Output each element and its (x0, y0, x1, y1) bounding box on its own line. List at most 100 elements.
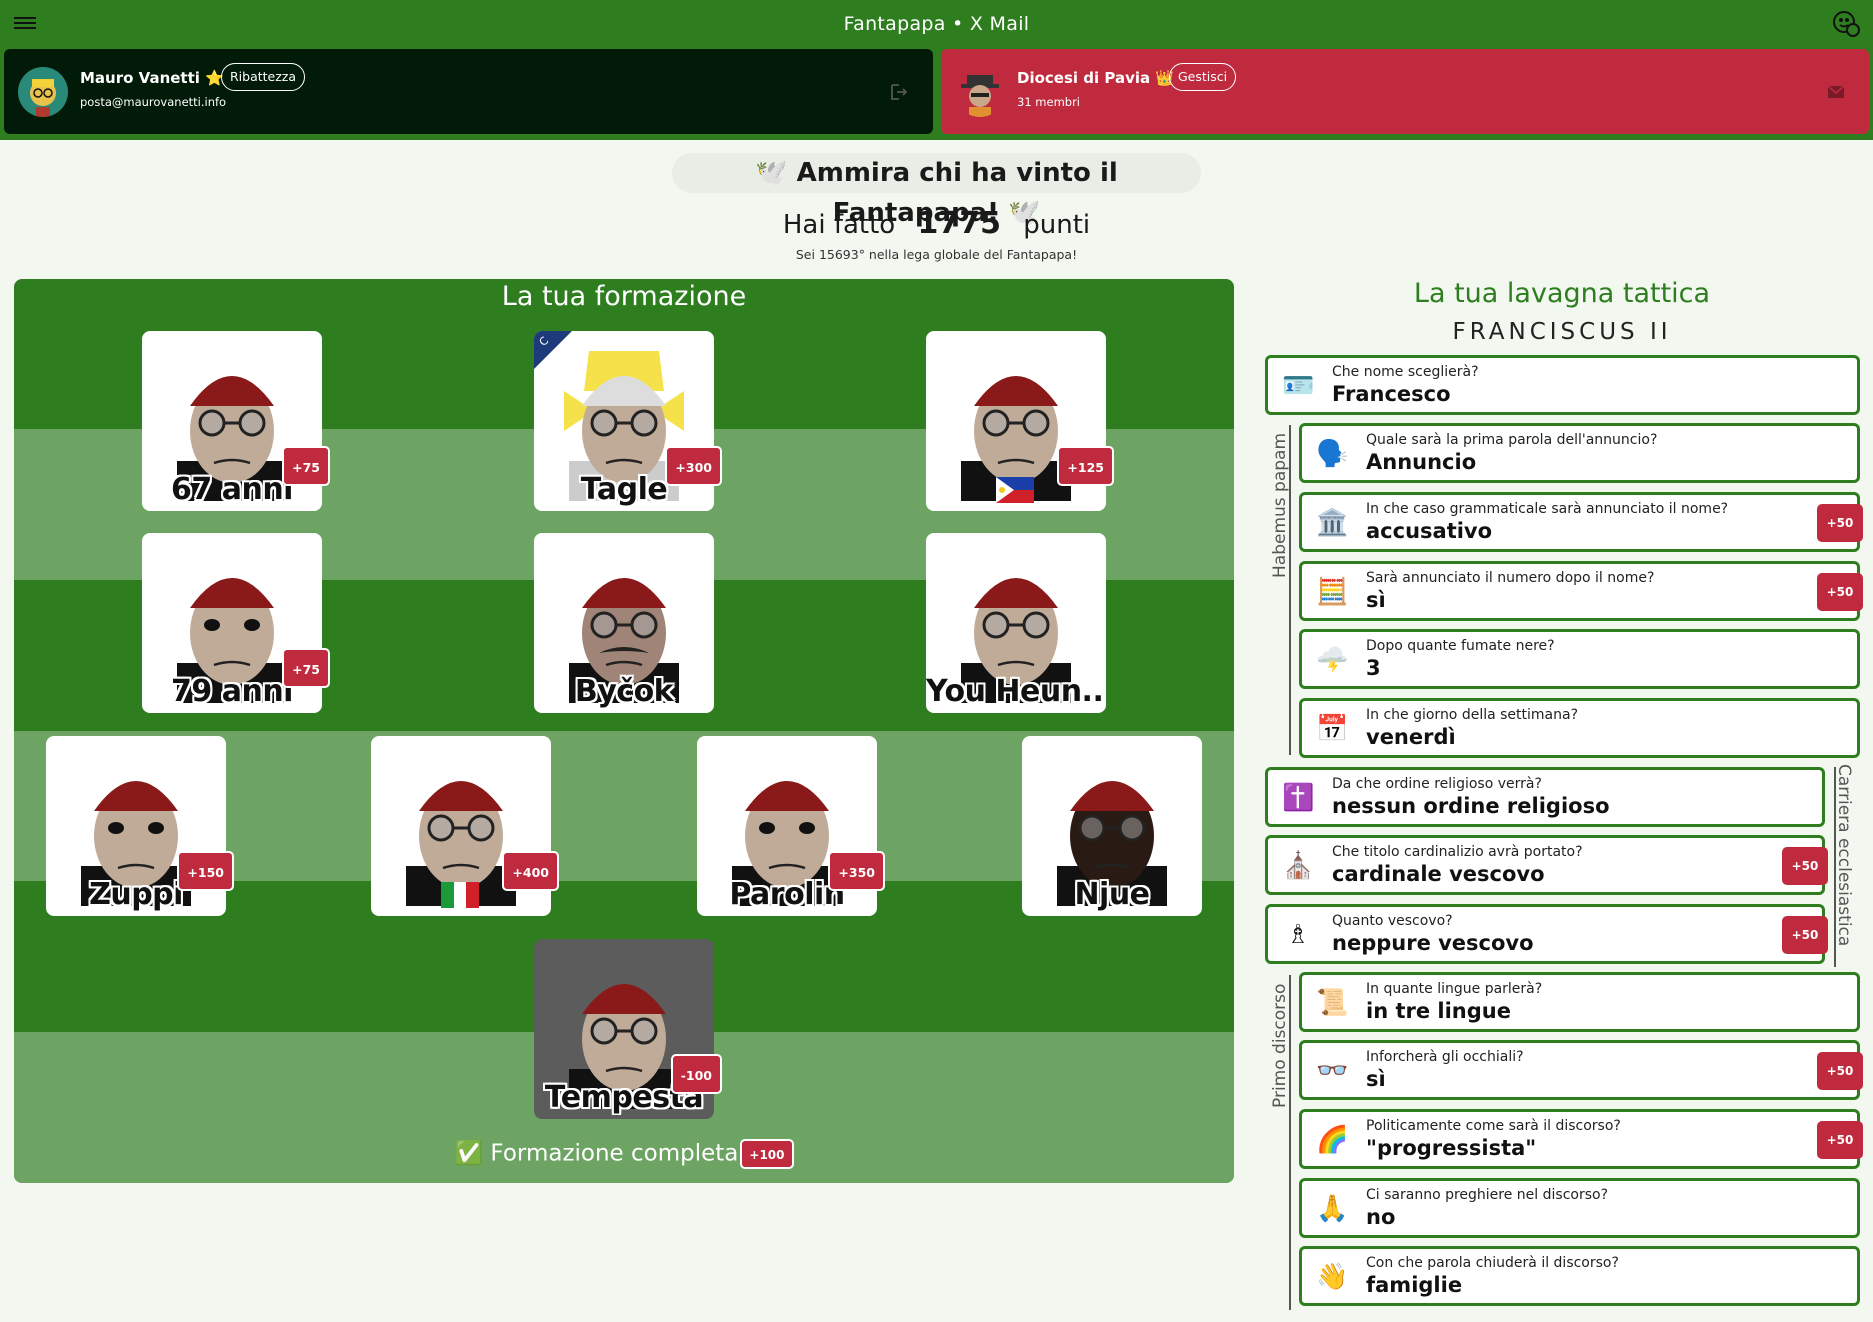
app-title: Fantapapa • X Mail (843, 13, 1030, 35)
player-card[interactable]: C Tagle +300 (534, 331, 722, 511)
player-name: Byčok (574, 674, 674, 709)
player-points: +400 (502, 851, 559, 891)
question-text: In che giorno della settimana? (1366, 707, 1579, 723)
logout-icon[interactable] (889, 82, 909, 102)
question-politica-discorso[interactable]: 🌈 Politicamente come sarà il discorso? "pr… (1299, 1109, 1863, 1169)
score-suffix: punti (1023, 210, 1091, 240)
captain-badge: C (534, 331, 572, 369)
player-card[interactable]: +125 (926, 331, 1114, 511)
bonus-badge: +50 (1782, 847, 1828, 885)
formation-complete: ✅ Formazione completa +100 (14, 1139, 1234, 1169)
question-preghiere[interactable]: 🙏 Ci saranno preghiere nel discorso? no (1299, 1178, 1860, 1238)
answer-text: "progressista" (1366, 1136, 1537, 1160)
league-members: 31 membri (1017, 95, 1080, 109)
question-occhiali[interactable]: 👓 Inforcherà gli occhiali? sì +50 (1299, 1040, 1863, 1100)
question-text: Quale sarà la prima parola dell'annuncio… (1366, 432, 1658, 448)
id-card-icon: 🪪 (1282, 371, 1315, 401)
player-card[interactable]: Njue (1022, 736, 1202, 916)
theme-toggle-icon[interactable] (1831, 10, 1861, 38)
bonus-badge: +50 (1817, 1121, 1863, 1159)
user-avatar[interactable] (18, 67, 68, 117)
lavagna-title: La tua lavagna tattica (1413, 278, 1711, 309)
player-card[interactable]: Parolin +350 (697, 736, 885, 916)
answer-text: sì (1366, 1067, 1386, 1091)
vatican-flag-icon: 📜 (1316, 988, 1349, 1018)
italy-flag-icon (441, 882, 479, 908)
player-card[interactable]: Zuppi +150 (46, 736, 234, 916)
speaking-head-icon: 🗣️ (1316, 439, 1349, 469)
answer-text: sì (1366, 588, 1386, 612)
bonus-badge: +50 (1782, 916, 1828, 954)
calendar-icon: 📅 (1316, 714, 1349, 744)
formation-pitch: La tua formazione 67 anni +75 C Tagle +3… (14, 279, 1234, 1183)
group-label-discorso: Primo discorso (1270, 983, 1290, 1108)
answer-text: no (1366, 1205, 1396, 1229)
question-giorno-settimana[interactable]: 📅 In che giorno della settimana? venerdì (1299, 698, 1860, 758)
answer-text: Annuncio (1366, 450, 1477, 474)
bonus-badge: +50 (1817, 573, 1863, 611)
answer-text: cardinale vescovo (1332, 862, 1545, 886)
player-card[interactable]: Tempesta -100 (534, 939, 722, 1119)
classical-building-icon: 🏛️ (1316, 508, 1349, 538)
player-points: +125 (1057, 446, 1114, 486)
bonus-badge: +50 (1817, 1052, 1863, 1090)
answer-text: nessun ordine religioso (1332, 794, 1610, 818)
user-name: Mauro Vanetti ⭐ (80, 69, 224, 87)
formation-complete-label: ✅ Formazione completa (454, 1140, 739, 1167)
mail-icon[interactable] (1826, 82, 1846, 102)
player-card[interactable]: You Heun... (926, 533, 1106, 713)
bishop-icon: ♗ (1286, 920, 1310, 950)
question-text: Che titolo cardinalizio avrà portato? (1332, 844, 1583, 860)
rename-button[interactable]: Ribattezza (221, 63, 306, 91)
question-fumate-nere[interactable]: 🌩️ Dopo quante fumate nere? 3 (1299, 629, 1860, 689)
question-numero-dopo-nome[interactable]: 🧮 Sarà annunciato il numero dopo il nome?… (1299, 561, 1863, 621)
league-name: Diocesi di Pavia 👑 (1017, 69, 1175, 87)
player-points: -100 (670, 1054, 722, 1094)
question-prima-parola[interactable]: 🗣️ Quale sarà la prima parola dell'annunc… (1299, 423, 1860, 483)
league-avatar[interactable] (955, 67, 1005, 117)
question-nome[interactable]: 🪪 Che nome sceglierà? Francesco (1265, 355, 1860, 415)
answer-text: famiglie (1366, 1273, 1463, 1297)
user-card: Mauro Vanetti ⭐ posta@maurovanetti.info … (4, 49, 933, 134)
score-line: Hai fatto 1775 punti (0, 206, 1873, 241)
answer-text: 3 (1366, 656, 1381, 680)
score-value: 1775 (917, 206, 1001, 241)
player-name: You Heun... (926, 674, 1106, 709)
question-parola-finale[interactable]: 👋 Con che parola chiuderà il discorso? fam… (1299, 1246, 1860, 1306)
question-ordine-religioso[interactable]: ✝️ Da che ordine religioso verrà? nessun o… (1265, 767, 1825, 827)
manage-button[interactable]: Gestisci (1169, 63, 1237, 91)
player-points: +75 (282, 648, 330, 688)
player-name: Njue (1074, 877, 1150, 912)
group-label-carriera: Carriera ecclesiastica (1834, 764, 1854, 947)
league-card: Diocesi di Pavia 👑 31 membri Gestisci (941, 49, 1869, 134)
question-caso-grammaticale[interactable]: 🏛️ In che caso grammaticale sarà annuncia… (1299, 492, 1863, 552)
question-text: Da che ordine religioso verrà? (1332, 776, 1542, 792)
question-text: Inforcherà gli occhiali? (1366, 1049, 1524, 1065)
bonus-badge: +50 (1817, 504, 1863, 542)
player-card[interactable]: 79 anni +75 (142, 533, 330, 713)
latin-cross-icon: ✝️ (1282, 783, 1315, 813)
philippines-flag-icon (996, 477, 1034, 503)
answer-text: venerdì (1366, 725, 1456, 749)
pope-name: FRANCISCUS II (1452, 319, 1672, 345)
player-card[interactable]: Byčok (534, 533, 714, 713)
formation-title: La tua formazione (501, 281, 747, 312)
question-text: Dopo quante fumate nere? (1366, 638, 1555, 654)
question-text: Sarà annunciato il numero dopo il nome? (1366, 570, 1655, 586)
answer-text: Francesco (1332, 382, 1451, 406)
question-text: Con che parola chiuderà il discorso? (1366, 1255, 1619, 1271)
player-points: +350 (828, 851, 885, 891)
abacus-icon: 🧮 (1316, 577, 1349, 607)
player-card[interactable]: 67 anni +75 (142, 331, 330, 511)
question-quanto-vescovo[interactable]: ♗ Quanto vescovo? neppure vescovo +50 (1265, 904, 1828, 964)
answer-text: in tre lingue (1366, 999, 1511, 1023)
rainbow-icon: 🌈 (1316, 1125, 1349, 1155)
menu-icon[interactable] (14, 14, 36, 34)
question-titolo-cardinalizio[interactable]: ⛪ Che titolo cardinalizio avrà portato? ca… (1265, 835, 1828, 895)
glasses-icon: 👓 (1316, 1056, 1349, 1086)
waving-hand-icon: 👋 (1316, 1262, 1349, 1292)
formation-complete-points: +100 (740, 1139, 794, 1169)
question-lingue[interactable]: 📜 In quante lingue parlerà? in tre lingue (1299, 972, 1860, 1032)
player-card[interactable]: +400 (371, 736, 559, 916)
winner-banner: 🕊️ Ammira chi ha vinto il Fantapapa! 🕊️ (672, 153, 1201, 228)
